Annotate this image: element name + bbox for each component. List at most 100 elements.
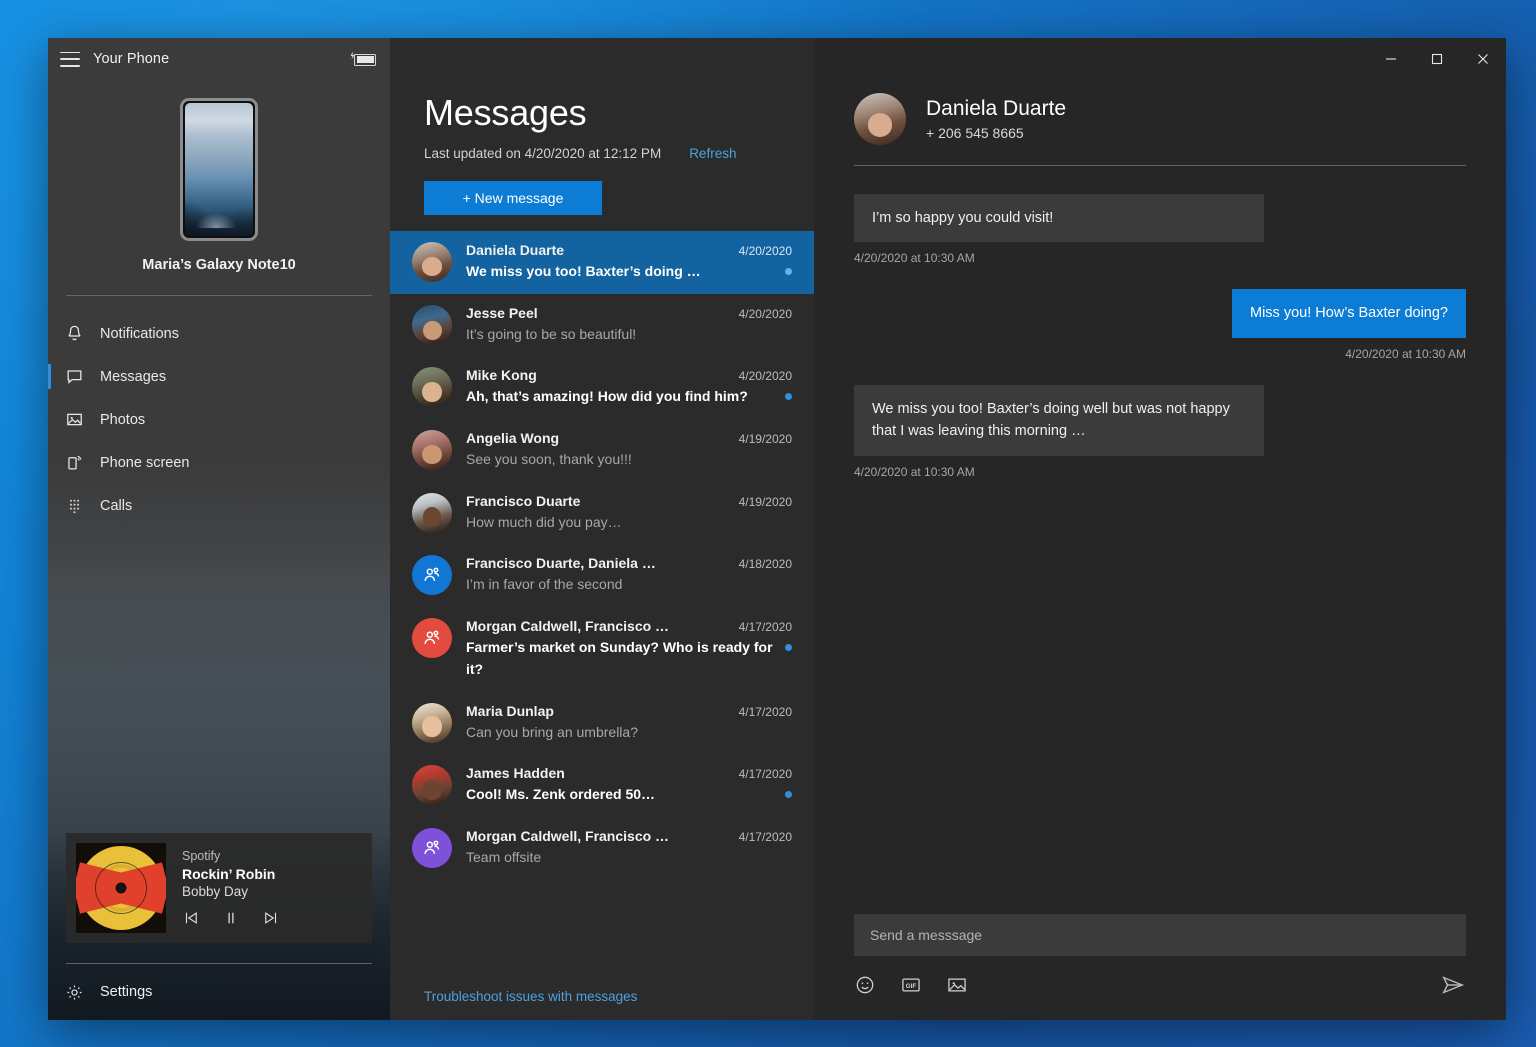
group-avatar: [412, 618, 452, 658]
device-preview: Maria’s Galaxy Note10: [48, 80, 390, 273]
page-title: Messages: [424, 92, 814, 134]
avatar: [412, 765, 452, 805]
incoming-message-bubble: We miss you too! Baxter’s doing well but…: [854, 385, 1264, 456]
conversation-preview: We miss you too! Baxter’s doing …: [466, 261, 701, 283]
message-group: We miss you too! Baxter’s doing well but…: [854, 385, 1466, 479]
conversation-preview: It’s going to be so beautiful!: [466, 324, 636, 346]
message-thread: I’m so happy you could visit! 4/20/2020 a…: [814, 166, 1506, 914]
chat-bubble-icon: [65, 367, 84, 386]
conversation-preview: Farmer’s market on Sunday? Who is ready …: [466, 637, 785, 680]
group-avatar: [412, 828, 452, 868]
emoji-icon[interactable]: [854, 974, 876, 996]
troubleshoot-link[interactable]: Troubleshoot issues with messages: [390, 975, 814, 1020]
phone-mockup: [180, 98, 258, 241]
maximize-button[interactable]: [1414, 38, 1460, 80]
conversation-preview: I’m in favor of the second: [466, 574, 622, 596]
previous-track-icon[interactable]: [182, 909, 200, 927]
sidebar-item-photos[interactable]: Photos: [48, 398, 390, 441]
conversation-date: 4/18/2020: [729, 557, 792, 571]
message-group: Miss you! How’s Baxter doing? 4/20/2020 a…: [854, 289, 1466, 360]
unread-dot: [785, 791, 792, 798]
conversation-row[interactable]: Daniela Duarte4/20/2020We miss you too! …: [390, 231, 814, 294]
avatar: [412, 242, 452, 282]
conversation-row[interactable]: Francisco Duarte, Daniela … 4/18/2020 I’m …: [390, 544, 814, 607]
sidebar-item-label: Photos: [100, 412, 145, 428]
device-name: Maria’s Galaxy Note10: [48, 257, 390, 273]
message-list-pane: Messages Last updated on 4/20/2020 at 12…: [390, 38, 814, 1020]
conversation-name: Angelia Wong: [466, 430, 559, 446]
message-timestamp: 4/20/2020 at 10:30 AM: [854, 465, 1466, 479]
conversation-name: Francisco Duarte, Daniela …: [466, 555, 656, 571]
player-artist: Bobby Day: [182, 884, 362, 899]
outgoing-message-bubble: Miss you! How’s Baxter doing?: [1232, 289, 1466, 337]
conversation-date: 4/20/2020: [729, 369, 792, 383]
close-button[interactable]: [1460, 38, 1506, 80]
conversation-name: Morgan Caldwell, Francisco …: [466, 618, 669, 634]
svg-text:GIF: GIF: [906, 983, 917, 990]
player-track-title: Rockin’ Robin: [182, 866, 362, 882]
sidebar-nav: Notifications Messages Photos: [48, 312, 390, 527]
minimize-button[interactable]: [1368, 38, 1414, 80]
avatar: [412, 430, 452, 470]
conversation-name: Jesse Peel: [466, 305, 538, 321]
your-phone-window: Your Phone Maria’s Galaxy Note10 Notific…: [48, 38, 1506, 1020]
photo-icon: [65, 410, 84, 429]
conversation-row[interactable]: Maria Dunlap4/17/2020Can you bring an um…: [390, 692, 814, 755]
conversation-date: 4/17/2020: [729, 705, 792, 719]
sidebar-item-settings[interactable]: Settings: [48, 964, 390, 1020]
conversation-name: Francisco Duarte: [466, 493, 580, 509]
sidebar-item-label: Settings: [100, 984, 152, 1000]
phone-wallpaper-image: [185, 103, 253, 236]
sidebar-item-label: Calls: [100, 498, 132, 514]
pause-icon[interactable]: [222, 909, 240, 927]
conversation-preview: Cool! Ms. Zenk ordered 50…: [466, 784, 655, 806]
conversation-preview: How much did you pay…: [466, 512, 622, 534]
unread-dot: [785, 644, 792, 651]
conversation-date: 4/20/2020: [729, 244, 792, 258]
conversation-row[interactable]: James Hadden4/17/2020Cool! Ms. Zenk orde…: [390, 754, 814, 817]
conversation-date: 4/19/2020: [729, 432, 792, 446]
conversation-row[interactable]: Morgan Caldwell, Francisco … 4/17/2020 Far…: [390, 607, 814, 691]
phone-cast-icon: [65, 453, 84, 472]
unread-dot: [785, 393, 792, 400]
conversation-date: 4/17/2020: [729, 830, 792, 844]
conversation-row[interactable]: Morgan Caldwell, Francisco …4/17/2020Tea…: [390, 817, 814, 880]
conversation-preview: Ah, that’s amazing! How did you find him…: [466, 386, 748, 408]
conversation-row[interactable]: Mike Kong 4/20/2020 Ah, that’s amazing! Ho…: [390, 356, 814, 419]
window-controls: [1368, 38, 1506, 80]
conversation-row[interactable]: Angelia Wong 4/19/2020 See you soon, thank…: [390, 419, 814, 482]
image-icon[interactable]: [946, 974, 968, 996]
contact-phone: + 206 545 8665: [926, 125, 1066, 141]
people-icon: [421, 564, 443, 586]
conversation-date: 4/19/2020: [729, 495, 792, 509]
sidebar-item-calls[interactable]: Calls: [48, 484, 390, 527]
hamburger-icon[interactable]: [60, 52, 80, 67]
battery-icon: [350, 52, 376, 67]
conversation-name: Mike Kong: [466, 367, 537, 383]
sidebar: Your Phone Maria’s Galaxy Note10 Notific…: [48, 38, 390, 1020]
conversation-row[interactable]: Jesse Peel4/20/2020It’s going to be so b…: [390, 294, 814, 357]
message-input[interactable]: [854, 914, 1466, 956]
conversation-date: 4/17/2020: [729, 767, 792, 781]
sidebar-item-label: Messages: [100, 369, 166, 385]
conversation-row[interactable]: Francisco Duarte 4/19/2020 How much did yo…: [390, 482, 814, 545]
people-icon: [421, 837, 443, 859]
sidebar-item-messages[interactable]: Messages: [48, 355, 390, 398]
conversation-date: 4/17/2020: [729, 620, 792, 634]
people-icon: [421, 627, 443, 649]
send-icon[interactable]: [1440, 972, 1466, 998]
message-timestamp: 4/20/2020 at 10:30 AM: [1345, 347, 1466, 361]
conversation-preview: See you soon, thank you!!!: [466, 449, 632, 471]
sidebar-item-phone-screen[interactable]: Phone screen: [48, 441, 390, 484]
sidebar-titlebar: Your Phone: [48, 38, 390, 80]
conversation-preview: Team offsite: [466, 847, 541, 869]
refresh-link[interactable]: Refresh: [689, 146, 736, 161]
unread-dot: [785, 268, 792, 275]
album-art: [76, 843, 166, 933]
next-track-icon[interactable]: [262, 909, 280, 927]
gif-icon[interactable]: GIF: [900, 974, 922, 996]
incoming-message-bubble: I’m so happy you could visit!: [854, 194, 1264, 242]
avatar: [412, 305, 452, 345]
new-message-button[interactable]: + New message: [424, 181, 602, 215]
sidebar-item-notifications[interactable]: Notifications: [48, 312, 390, 355]
